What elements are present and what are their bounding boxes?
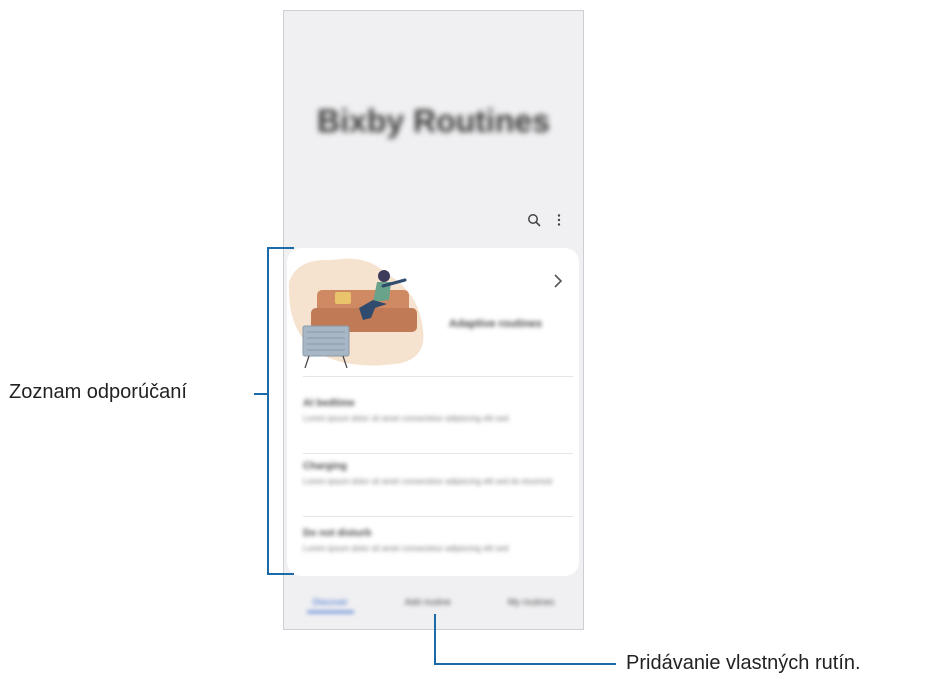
app-title: Bixby Routines <box>317 103 550 139</box>
tab-my-routines[interactable]: My routines <box>502 593 561 611</box>
list-item[interactable]: Charging Lorem ipsum dolor sit amet cons… <box>303 461 571 486</box>
person-on-sofa-illustration <box>287 252 437 372</box>
phone-screen: Bixby Routines Adaptive routines At bedt… <box>283 10 584 630</box>
add-callout-label: Pridávanie vlastných rutín. <box>626 652 861 674</box>
divider <box>303 453 573 454</box>
divider <box>303 516 573 517</box>
list-item-title: At bedtime <box>303 398 355 409</box>
feature-title[interactable]: Adaptive routines <box>449 318 542 330</box>
search-icon[interactable] <box>523 209 545 231</box>
chevron-right-icon[interactable] <box>550 272 566 290</box>
list-item[interactable]: At bedtime Lorem ipsum dolor sit amet co… <box>303 398 571 423</box>
more-vertical-icon[interactable] <box>548 209 570 231</box>
list-item-title: Charging <box>303 461 347 472</box>
tab-add-routine[interactable]: Add routine <box>399 593 457 611</box>
list-callout-label: Zoznam odporúčaní <box>9 381 187 403</box>
list-item-description: Lorem ipsum dolor sit amet consectetur a… <box>303 544 509 553</box>
add-callout-line <box>434 614 616 665</box>
list-item-description: Lorem ipsum dolor sit amet consectetur a… <box>303 477 553 486</box>
recommendation-list-card: Adaptive routines At bedtime Lorem ipsum… <box>287 248 579 576</box>
list-item-title: Do not disturb <box>303 528 372 539</box>
tab-discover[interactable]: Discover <box>306 593 354 613</box>
list-item-description: Lorem ipsum dolor sit amet consectetur a… <box>303 414 509 423</box>
divider <box>303 376 573 377</box>
list-callout-bracket <box>254 247 294 575</box>
list-item[interactable]: Do not disturb Lorem ipsum dolor sit ame… <box>303 528 571 553</box>
